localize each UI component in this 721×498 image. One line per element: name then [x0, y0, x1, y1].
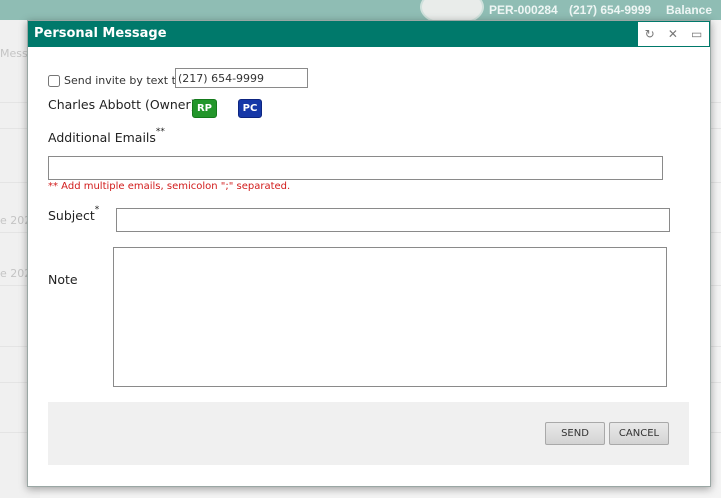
rp-badge[interactable]: RP [192, 99, 217, 118]
note-textarea[interactable] [113, 247, 667, 387]
emails-hint: ** Add multiple emails, semicolon ";" se… [48, 181, 291, 192]
maximize-icon[interactable]: ▭ [691, 28, 702, 40]
dialog-footer: SEND CANCEL [48, 402, 689, 465]
dialog-titlebar[interactable]: Personal Message ↻ ✕ ▭ [28, 21, 710, 47]
window-controls: ↻ ✕ ▭ [638, 22, 709, 46]
personal-message-dialog: Personal Message ↻ ✕ ▭ Send invite by te… [27, 20, 711, 487]
phone-input[interactable] [175, 68, 308, 88]
record-id: PER-000284 [489, 3, 558, 17]
refresh-icon[interactable]: ↻ [645, 28, 655, 40]
cancel-button[interactable]: CANCEL [609, 422, 669, 445]
pc-badge[interactable]: PC [238, 99, 262, 118]
recipient-name: Charles Abbott (Owner) [48, 97, 196, 112]
additional-emails-input[interactable] [48, 156, 663, 180]
header-phone: (217) 654-9999 [569, 3, 652, 17]
additional-emails-label-text: Additional Emails [48, 130, 156, 145]
additional-emails-label: Additional Emails** [48, 127, 165, 145]
app-header: PER-000284 (217) 654-9999 Balance [0, 0, 721, 26]
send-button[interactable]: SEND [545, 422, 605, 445]
balance-label: Balance [666, 3, 713, 17]
send-invite-checkbox[interactable] [48, 75, 60, 87]
send-invite-label: Send invite by text to: [64, 74, 187, 87]
close-icon[interactable]: ✕ [668, 28, 678, 40]
required-mark: * [94, 205, 100, 215]
dialog-title: Personal Message [34, 26, 167, 41]
required-mark: ** [155, 127, 165, 137]
note-label: Note [48, 272, 78, 287]
subject-label: Subject* [48, 205, 100, 223]
subject-input[interactable] [116, 208, 670, 232]
subject-label-text: Subject [48, 208, 95, 223]
background-text: Mess [0, 47, 28, 60]
